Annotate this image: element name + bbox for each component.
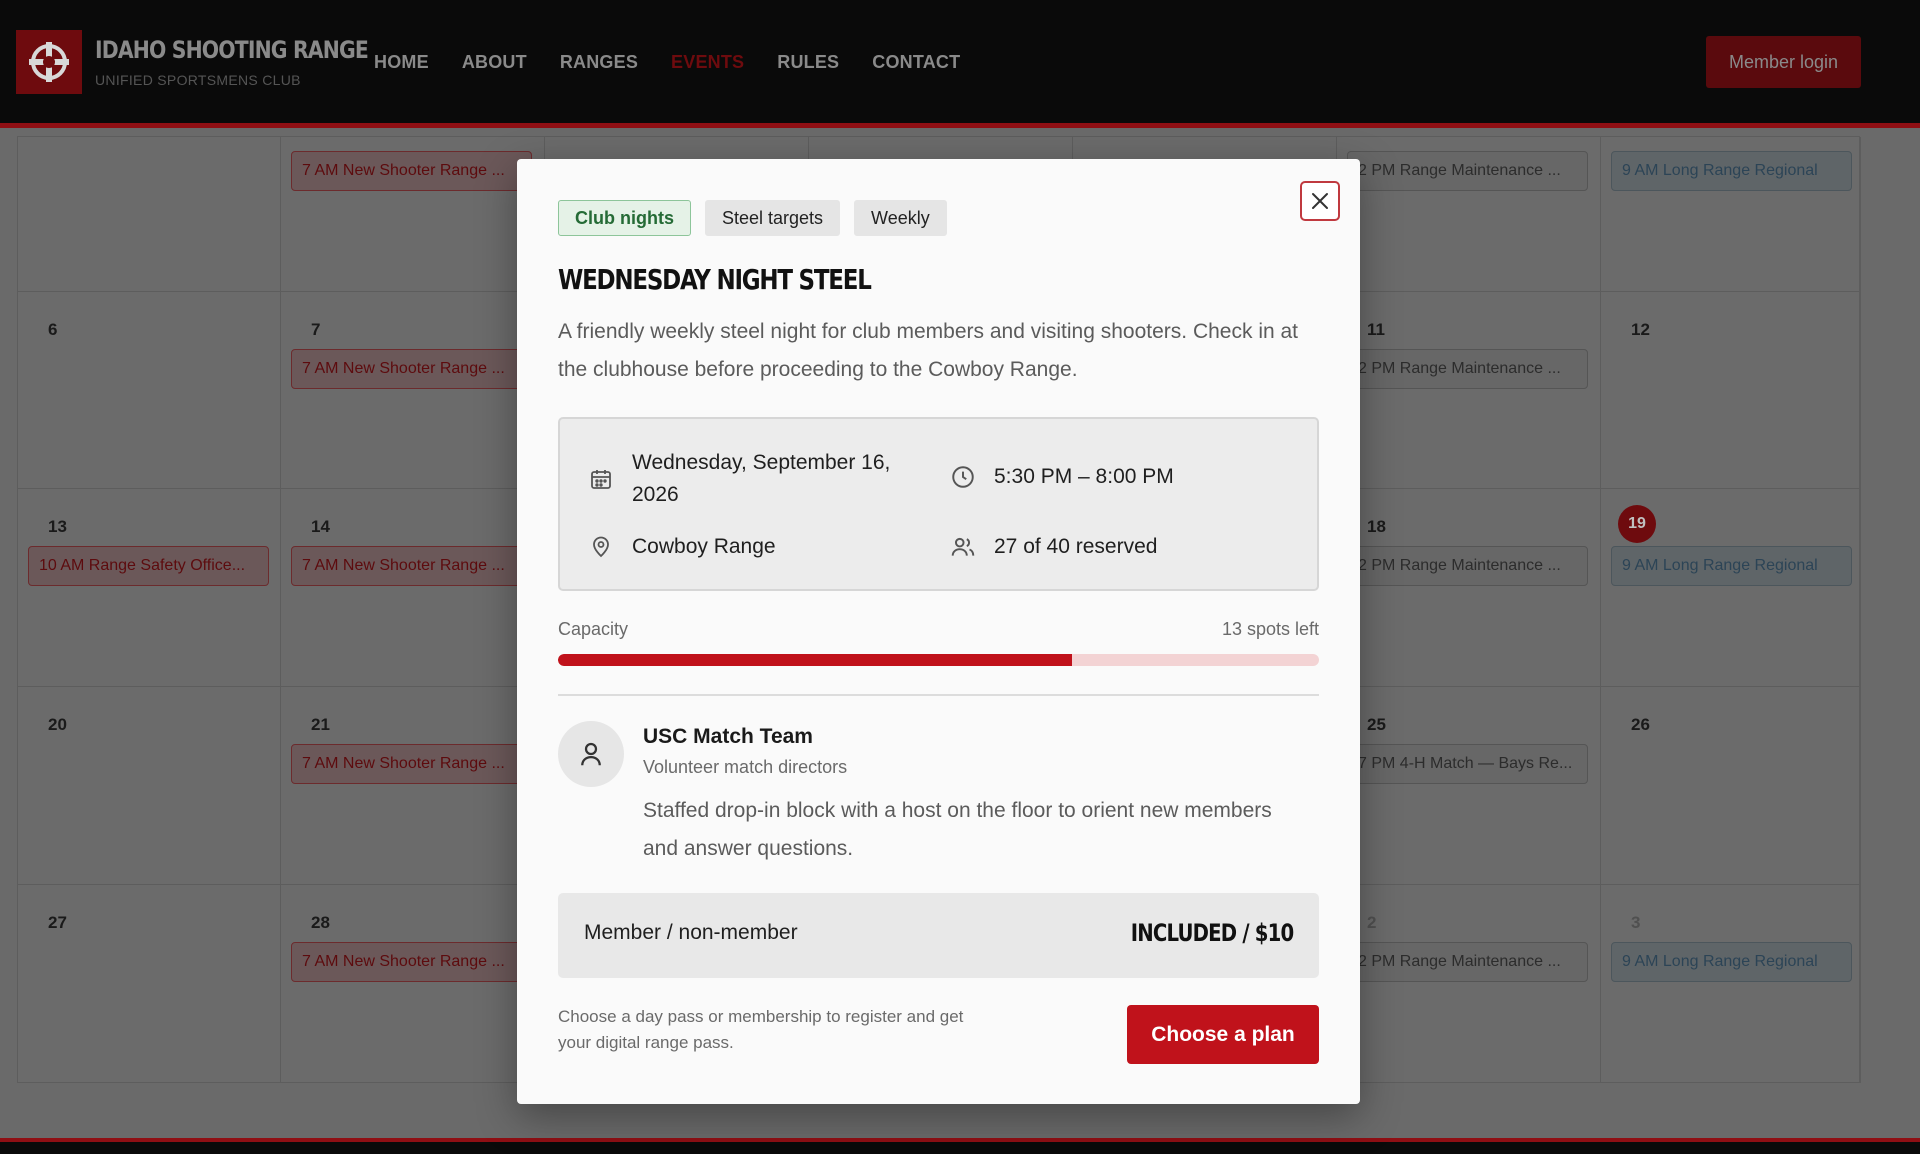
capacity-label: Capacity <box>558 619 629 639</box>
day-number: 3 <box>1631 913 1641 932</box>
main-nav: HOME ABOUT RANGES EVENTS RULES CONTACT <box>374 52 960 73</box>
footer-bar <box>0 1138 1920 1154</box>
event-location-row: Cowboy Range <box>586 531 776 563</box>
divider <box>558 694 1319 696</box>
today-badge: 19 <box>1618 505 1656 543</box>
close-button[interactable] <box>1300 181 1340 221</box>
day-number: 2 <box>1367 913 1377 932</box>
crosshair-logo-icon[interactable] <box>16 30 82 94</box>
calendar-event[interactable]: 10 AM Range Safety Office... <box>28 546 269 586</box>
host-name: USC Match Team <box>643 725 813 748</box>
event-reserved-row: 27 of 40 reserved <box>948 531 1157 563</box>
site-header: IDAHO SHOOTING RANGE UNIFIED SPORTSMENS … <box>0 0 1920 128</box>
nav-events[interactable]: EVENTS <box>671 52 744 73</box>
calendar-day-cell[interactable]: 14 <box>281 489 545 687</box>
capacity-bar-fill <box>558 654 1072 666</box>
event-details: Wednesday, September 16, 2026 5:30 PM – … <box>558 417 1319 591</box>
calendar-event[interactable]: 7 PM 4-H Match — Bays Re... <box>1347 744 1588 784</box>
brand-title[interactable]: IDAHO SHOOTING RANGE <box>95 36 369 64</box>
event-detail-modal: Club nights Steel targets Weekly WEDNESD… <box>517 159 1360 1104</box>
calendar-event[interactable]: 7 AM New Shooter Range ... <box>291 349 532 389</box>
calendar-event[interactable]: 9 AM Long Range Regional <box>1611 151 1852 191</box>
day-number: 14 <box>311 517 330 536</box>
calendar-day-cell[interactable]: 28 <box>281 885 545 1083</box>
event-tags: Club nights Steel targets Weekly <box>558 200 947 236</box>
calendar-day-cell[interactable]: 27 <box>18 885 281 1083</box>
day-number: 11 <box>1367 320 1385 339</box>
calendar-day-cell[interactable]: 20 <box>18 687 281 885</box>
day-number: 28 <box>311 913 330 932</box>
day-number: 12 <box>1631 320 1650 339</box>
capacity-bar <box>558 654 1319 666</box>
event-reserved: 27 of 40 reserved <box>994 535 1158 558</box>
calendar-event[interactable]: 2 PM Range Maintenance ... <box>1347 349 1588 389</box>
host-role: Volunteer match directors <box>643 757 848 777</box>
day-number: 20 <box>48 715 67 734</box>
event-date-row: Wednesday, September 16, 2026 <box>586 447 906 511</box>
calendar-day-cell[interactable]: 26 <box>1601 687 1861 885</box>
event-location: Cowboy Range <box>632 535 776 558</box>
tag-club-nights[interactable]: Club nights <box>558 200 691 236</box>
day-number: 26 <box>1631 715 1650 734</box>
price-box: Member / non-member INCLUDED / $10 <box>558 893 1319 978</box>
calendar-icon <box>586 464 616 494</box>
day-number: 13 <box>48 517 67 536</box>
calendar-event[interactable]: 7 AM New Shooter Range ... <box>291 942 532 982</box>
close-icon <box>1312 193 1328 209</box>
map-pin-icon <box>586 532 616 562</box>
calendar-day-cell[interactable]: 6 <box>18 292 281 489</box>
calendar-event[interactable]: 9 AM Long Range Regional <box>1611 942 1852 982</box>
event-description: A friendly weekly steel night for club m… <box>558 320 1299 381</box>
calendar-day-cell[interactable]: 21 <box>281 687 545 885</box>
nav-rules[interactable]: RULES <box>777 52 839 73</box>
day-number: 27 <box>48 913 67 932</box>
calendar-day-cell[interactable]: 19 <box>1601 489 1861 687</box>
day-number: 25 <box>1367 715 1386 734</box>
price-label: Member / non-member <box>584 921 798 944</box>
calendar-day-cell[interactable]: 12 <box>1601 292 1861 489</box>
calendar-day-cell[interactable]: 11 <box>1337 292 1601 489</box>
calendar-event[interactable]: 2 PM Range Maintenance ... <box>1347 546 1588 586</box>
choose-plan-button[interactable]: Choose a plan <box>1127 1005 1319 1064</box>
calendar-day-cell[interactable]: 3 <box>1601 885 1861 1083</box>
tag-weekly[interactable]: Weekly <box>854 200 947 236</box>
calendar-event[interactable]: 2 PM Range Maintenance ... <box>1347 942 1588 982</box>
nav-contact[interactable]: CONTACT <box>872 52 960 73</box>
calendar-day-cell[interactable]: 25 <box>1337 687 1601 885</box>
day-number: 21 <box>311 715 330 734</box>
clock-icon <box>948 462 978 492</box>
tag-steel-targets[interactable]: Steel targets <box>704 200 841 236</box>
event-title: WEDNESDAY NIGHT STEEL <box>558 263 872 296</box>
day-number: 18 <box>1367 517 1386 536</box>
nav-ranges[interactable]: RANGES <box>560 52 638 73</box>
calendar-event[interactable]: 7 AM New Shooter Range ... <box>291 546 532 586</box>
calendar-day-cell[interactable]: 7 <box>281 292 545 489</box>
member-login-button[interactable]: Member login <box>1706 36 1861 88</box>
cta-note: Choose a day pass or membership to regis… <box>558 1007 964 1052</box>
calendar-event[interactable]: 7 AM New Shooter Range ... <box>291 744 532 784</box>
users-icon <box>948 532 978 562</box>
price-value: INCLUDED / $10 <box>1130 919 1293 947</box>
nav-home[interactable]: HOME <box>374 52 429 73</box>
calendar-day-cell[interactable]: 18 <box>1337 489 1601 687</box>
day-number: 6 <box>48 320 58 339</box>
nav-about[interactable]: ABOUT <box>462 52 527 73</box>
avatar <box>558 721 624 787</box>
calendar-event[interactable]: 7 AM New Shooter Range ... <box>291 151 532 191</box>
event-time-row: 5:30 PM – 8:00 PM <box>948 461 1174 493</box>
calendar-day-cell[interactable]: 13 <box>18 489 281 687</box>
event-time: 5:30 PM – 8:00 PM <box>994 465 1174 488</box>
calendar-day-cell[interactable]: 2 <box>1337 885 1601 1083</box>
day-number: 7 <box>311 320 321 339</box>
event-date: Wednesday, September 16, 2026 <box>632 451 891 506</box>
calendar-day-cell[interactable] <box>18 137 281 292</box>
brand-subtitle: UNIFIED SPORTSMENS CLUB <box>95 72 301 88</box>
user-icon <box>581 742 601 766</box>
host-description: Staffed drop-in block with a host on the… <box>643 799 1272 860</box>
calendar-event[interactable]: 2 PM Range Maintenance ... <box>1347 151 1588 191</box>
spots-left: 13 spots left <box>1221 619 1319 639</box>
calendar-event[interactable]: 9 AM Long Range Regional <box>1611 546 1852 586</box>
